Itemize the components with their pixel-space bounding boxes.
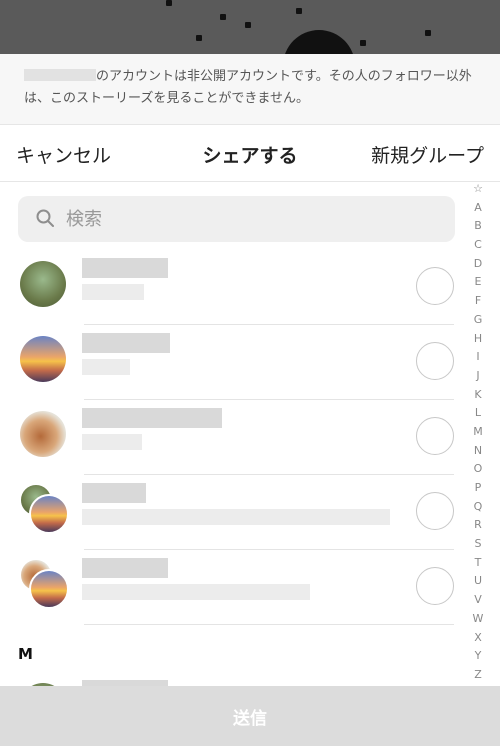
index-letter[interactable]: F xyxy=(470,292,486,311)
blurred-username xyxy=(24,69,96,81)
index-letter[interactable]: Z xyxy=(470,666,486,685)
contact-row[interactable] xyxy=(0,400,470,475)
index-letter[interactable]: C xyxy=(470,236,486,255)
index-letter[interactable]: K xyxy=(470,386,486,405)
blurred-contact-name xyxy=(82,408,222,428)
select-group-checkbox[interactable] xyxy=(416,567,454,605)
search-icon xyxy=(36,209,54,227)
contact-avatar xyxy=(20,411,66,457)
group-avatar xyxy=(19,558,69,609)
index-letter[interactable]: P xyxy=(470,479,486,498)
row-divider xyxy=(84,624,454,625)
index-letter[interactable]: B xyxy=(470,217,486,236)
group-member-avatar xyxy=(29,569,69,609)
index-letter[interactable]: H xyxy=(470,330,486,349)
blurred-group-name xyxy=(82,558,168,578)
index-letter[interactable]: G xyxy=(470,311,486,330)
select-contact-checkbox[interactable] xyxy=(416,342,454,380)
search-bar[interactable] xyxy=(18,196,455,242)
blurred-contact-subtitle xyxy=(82,284,144,300)
section-header: M xyxy=(18,645,33,663)
share-action-bar: キャンセル シェアする 新規グループ xyxy=(0,124,500,182)
index-letter[interactable]: R xyxy=(470,516,486,535)
contact-avatar xyxy=(20,336,66,382)
alphabet-index[interactable]: ☆ A B C D E F G H I J K L M N O P Q R S T U V W X Y Z xyxy=(470,180,486,685)
index-letter[interactable]: Q xyxy=(470,498,486,517)
index-letter[interactable]: ☆ xyxy=(470,180,486,199)
contact-avatar xyxy=(20,261,66,307)
index-letter[interactable]: M xyxy=(470,423,486,442)
index-letter[interactable]: X xyxy=(470,629,486,648)
index-letter[interactable]: D xyxy=(470,255,486,274)
contact-row[interactable] xyxy=(0,250,470,325)
index-letter[interactable]: N xyxy=(470,442,486,461)
blurred-contact-subtitle xyxy=(82,359,130,375)
send-bar: 送信 xyxy=(0,686,500,746)
group-row[interactable] xyxy=(0,475,470,550)
index-letter[interactable]: I xyxy=(470,348,486,367)
blurred-contact-name xyxy=(82,258,168,278)
blurred-group-members xyxy=(82,509,390,525)
group-avatar xyxy=(19,483,69,534)
new-group-button[interactable]: 新規グループ xyxy=(371,141,484,168)
index-letter[interactable]: L xyxy=(470,404,486,423)
group-member-avatar xyxy=(29,494,69,534)
blurred-group-name xyxy=(82,483,146,503)
story-background-preview xyxy=(0,0,500,54)
index-letter[interactable]: W xyxy=(470,610,486,629)
index-letter[interactable]: J xyxy=(470,367,486,386)
index-letter[interactable]: V xyxy=(470,591,486,610)
select-contact-checkbox[interactable] xyxy=(416,267,454,305)
group-row[interactable] xyxy=(0,550,470,625)
blurred-contact-name xyxy=(82,333,170,353)
index-letter[interactable]: Y xyxy=(470,647,486,666)
index-letter[interactable]: O xyxy=(470,460,486,479)
send-button[interactable]: 送信 xyxy=(0,686,500,746)
select-contact-checkbox[interactable] xyxy=(416,417,454,455)
index-letter[interactable]: U xyxy=(470,572,486,591)
search-input[interactable] xyxy=(66,204,436,234)
blurred-group-members xyxy=(82,584,310,600)
contact-row[interactable] xyxy=(0,325,470,400)
index-letter[interactable]: E xyxy=(470,273,486,292)
private-account-notice: のアカウントは非公開アカウントです。その人のフォロワー以外は、このストーリーズを… xyxy=(0,54,500,124)
story-sticker-image xyxy=(283,30,355,54)
blurred-contact-subtitle xyxy=(82,434,142,450)
index-letter[interactable]: T xyxy=(470,554,486,573)
index-letter[interactable]: S xyxy=(470,535,486,554)
index-letter[interactable]: A xyxy=(470,199,486,218)
select-group-checkbox[interactable] xyxy=(416,492,454,530)
